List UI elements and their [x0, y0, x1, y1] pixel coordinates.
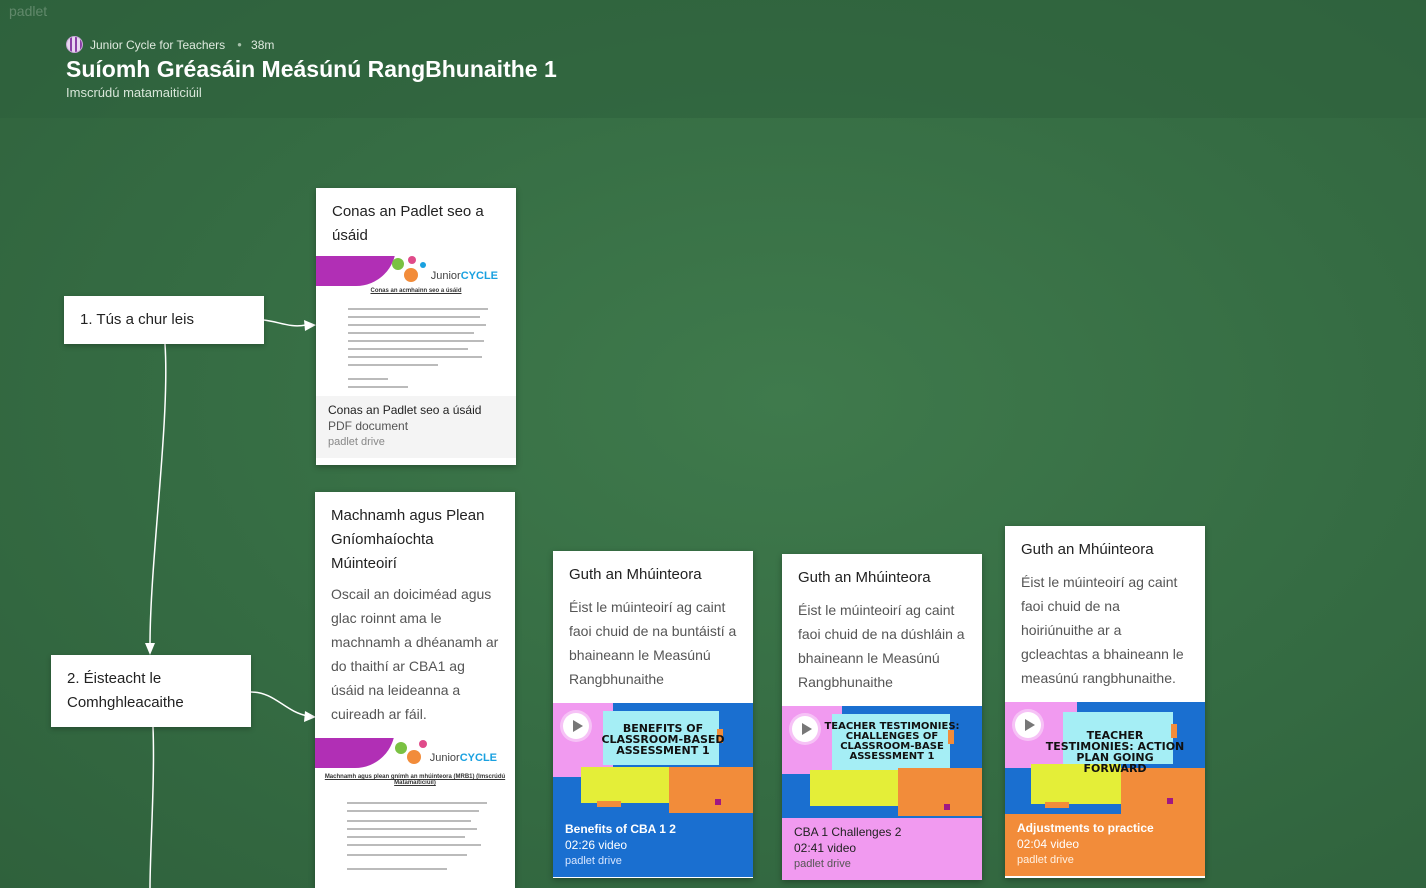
doc-line: [348, 386, 408, 388]
attachment-info[interactable]: Conas an Padlet seo a úsáid PDF document…: [316, 396, 516, 458]
doc-line: [348, 316, 480, 318]
doc-line: [348, 356, 482, 358]
thumbnail-caption: Teacher Testimonies: Challenges of Class…: [824, 721, 960, 762]
post-title: Guth an Mhúinteora: [569, 566, 702, 583]
arrow-head-icon: [304, 320, 316, 331]
doc-line: [347, 844, 481, 846]
section-label: 2. Éisteacht le Comhghleacaithe: [67, 670, 184, 711]
doc-line: [347, 868, 447, 870]
arrow-section1-to-section2: [149, 343, 167, 646]
doc-circle: [419, 740, 427, 748]
thumb-block: [944, 804, 950, 810]
video-thumbnail[interactable]: Teacher Testimonies: Challenges of Class…: [782, 706, 982, 818]
attachment-name: Adjustments to practice: [1017, 821, 1154, 835]
doc-circle: [392, 258, 404, 270]
thumb-block: [1045, 802, 1069, 808]
doc-circle: [407, 750, 421, 764]
post-video-benefits[interactable]: Guth an Mhúinteora Éist le múinteoirí ag…: [553, 551, 753, 878]
attachment-type: 02:41 video: [794, 841, 857, 855]
junior-cycle-logo: JuniorCYCLE: [430, 270, 498, 282]
post-body: Éist le múinteoirí ag caint faoi chuid d…: [798, 602, 965, 690]
section-heading-1[interactable]: 1. Tús a chur leis: [64, 296, 264, 344]
doc-heading: Machnamh agus plean gnímh an mhúinteora …: [324, 774, 506, 786]
doc-line: [348, 332, 474, 334]
thumb-block: [810, 770, 900, 806]
arrow-section2-down: [149, 726, 155, 888]
attachment-source: padlet drive: [565, 855, 622, 867]
attachment-source: padlet drive: [794, 858, 851, 870]
doc-line: [347, 802, 487, 804]
post-body: Éist le múinteoirí ag caint faoi chuid d…: [569, 599, 737, 687]
doc-line: [348, 340, 484, 342]
doc-line: [348, 308, 488, 310]
thumb-block: [898, 768, 982, 816]
post-reflection[interactable]: Machnamh agus Plean Gníomhaíochta Múinte…: [315, 492, 515, 888]
attachment-type: PDF document: [328, 419, 409, 433]
post-body: Éist le múinteoirí ag caint faoi chuid d…: [1021, 574, 1184, 686]
arrow-section2-to-reflection: [250, 691, 309, 717]
play-icon[interactable]: [563, 713, 589, 739]
doc-line: [348, 364, 438, 366]
doc-swoosh: [315, 738, 395, 768]
attachment-name: Conas an Padlet seo a úsáid: [328, 403, 482, 417]
doc-circle: [404, 268, 418, 282]
attachment-info[interactable]: CBA 1 Challenges 2 02:41 video padlet dr…: [782, 818, 982, 880]
post-how-to-use[interactable]: Conas an Padlet seo a úsáid JuniorCYCLE …: [316, 188, 516, 465]
attachment-type: 02:04 video: [1017, 837, 1080, 851]
thumbnail-caption: Benefits of Classroom-Based Assessment 1: [601, 722, 725, 757]
post-title: Guth an Mhúinteora: [798, 569, 931, 586]
thumb-block: [597, 801, 621, 807]
attachment-info[interactable]: Adjustments to practice 02:04 video padl…: [1005, 814, 1205, 876]
arrow-section1-to-howto: [263, 319, 307, 327]
attachment-type: 02:26 video: [565, 838, 628, 852]
doc-line: [347, 828, 477, 830]
pdf-preview[interactable]: JuniorCYCLE Conas an acmhainn seo a úsái…: [316, 256, 516, 396]
thumb-block: [669, 767, 753, 813]
doc-circle: [408, 256, 416, 264]
doc-line: [347, 854, 467, 856]
post-title: Guth an Mhúinteora: [1021, 541, 1154, 558]
play-icon[interactable]: [792, 716, 818, 742]
attachment-source: padlet drive: [1017, 854, 1074, 866]
pdf-preview[interactable]: JuniorCYCLE Machnamh agus plean gnímh an…: [315, 738, 515, 878]
attachment-name: Benefits of CBA 1 2: [565, 822, 676, 836]
post-video-adjustments[interactable]: Guth an Mhúinteora Éist le múinteoirí ag…: [1005, 526, 1205, 878]
post-video-challenges[interactable]: Guth an Mhúinteora Éist le múinteoirí ag…: [782, 554, 982, 880]
doc-line: [348, 378, 388, 380]
doc-line: [347, 820, 471, 822]
doc-circle: [420, 262, 426, 268]
thumb-block: [1167, 798, 1173, 804]
post-title: Machnamh agus Plean Gníomhaíochta Múinte…: [331, 507, 485, 572]
doc-line: [347, 810, 479, 812]
arrow-head-icon: [145, 643, 155, 655]
section-label: 1. Tús a chur leis: [80, 311, 194, 328]
doc-line: [348, 348, 468, 350]
video-thumbnail[interactable]: Teacher Testimonies: Action Plan Going F…: [1005, 702, 1205, 814]
thumb-block: [581, 767, 671, 803]
doc-circle: [395, 742, 407, 754]
attachment-name: CBA 1 Challenges 2: [794, 825, 902, 839]
post-body: Oscail an doiciméad agus glac roinnt ama…: [331, 586, 499, 722]
attachment-info[interactable]: Benefits of CBA 1 2 02:26 video padlet d…: [553, 815, 753, 877]
thumb-block: [715, 799, 721, 805]
attachment-source: padlet drive: [328, 436, 385, 448]
doc-swoosh: [316, 256, 396, 286]
doc-line: [348, 324, 486, 326]
post-title: Conas an Padlet seo a úsáid: [332, 203, 484, 244]
doc-line: [347, 836, 465, 838]
doc-heading: Conas an acmhainn seo a úsáid: [370, 288, 462, 294]
thumbnail-caption: Teacher Testimonies: Action Plan Going F…: [1045, 729, 1185, 775]
play-icon[interactable]: [1015, 712, 1041, 738]
section-heading-2[interactable]: 2. Éisteacht le Comhghleacaithe: [51, 655, 251, 727]
video-thumbnail[interactable]: Benefits of Classroom-Based Assessment 1: [553, 703, 753, 815]
junior-cycle-logo: JuniorCYCLE: [429, 752, 497, 764]
